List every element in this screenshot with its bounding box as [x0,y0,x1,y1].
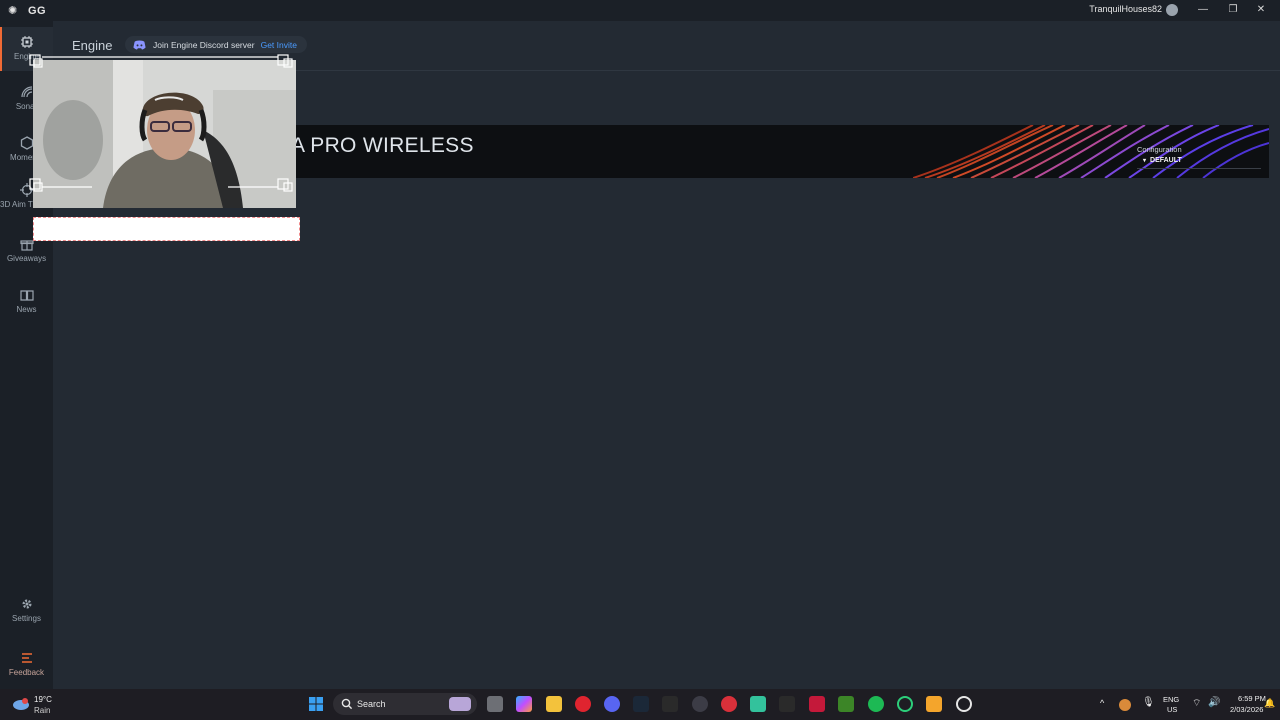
app-icon[interactable] [926,696,942,712]
minecraft-icon[interactable] [838,696,854,712]
app-icon[interactable] [779,696,795,712]
weather-condition: Rain [34,706,51,715]
close-button[interactable]: ✕ [1250,2,1272,18]
steelseries-gg-icon[interactable] [956,696,972,712]
spotify-icon[interactable] [868,696,884,712]
configuration-underline [1137,168,1261,169]
page-title: Engine [72,38,113,53]
avatar[interactable] [1166,4,1178,16]
wifi-icon[interactable]: ⌔ [1192,697,1201,710]
sidebar-item-label: News [16,305,37,314]
app-icon[interactable] [897,696,913,712]
search-highlight-icon [449,697,471,711]
steelseries-logo-icon: ✺ [8,4,18,17]
clock-time[interactable]: 6:59 PM [1238,694,1266,703]
epic-games-icon[interactable] [662,696,678,712]
banner-artwork [913,125,1269,178]
steam-icon[interactable] [633,696,649,712]
feedback-icon [21,653,32,663]
chip-icon [20,36,33,48]
search-label: Search [357,699,386,709]
restore-button[interactable]: ❐ [1222,2,1244,18]
app-window: ✺ GG TranquilHouses82 — ❐ ✕ Engine Sonar… [0,0,1280,720]
configuration-label: Configuration [1137,145,1182,154]
configuration-select[interactable]: ▾ DEFAULT [1143,157,1182,164]
microphone-icon[interactable]: 🎙 [1142,697,1155,708]
file-explorer-icon[interactable] [546,696,562,712]
windows-start-icon[interactable] [308,696,324,712]
title-bar: ✺ GG TranquilHouses82 — ❐ ✕ [0,0,1280,21]
taskbar: 19°C Rain Search ^ 🎙 ENG US ⌔ 🔊 6:59 PM … [0,689,1280,720]
discord-banner[interactable]: Join Engine Discord server Get Invite [125,36,307,53]
app-icon[interactable] [750,696,766,712]
riot-icon[interactable] [721,696,737,712]
weather-temp: 19°C [34,695,52,704]
sidebar-item-feedback[interactable]: Feedback [0,651,53,677]
sidebar-item-news[interactable]: News [0,288,53,314]
discord-icon [133,40,146,49]
taskbar-search[interactable]: Search [333,693,477,715]
sidebar-item-label: Feedback [8,668,45,677]
sidebar-item-label: Settings [12,614,41,623]
rain-cloud-icon [13,698,29,710]
lang-bottom[interactable]: US [1167,705,1177,714]
username[interactable]: TranquilHouses82 [1089,4,1162,14]
sidebar-item-settings[interactable]: Settings [0,597,53,623]
app-name: GG [28,4,47,17]
overlay-caption-bar [33,217,300,241]
notification-bell-icon[interactable]: 🔔 [1264,698,1275,709]
news-icon [19,290,34,301]
discord-taskbar-icon[interactable] [604,696,620,712]
task-view-icon[interactable] [487,696,503,712]
opera-icon[interactable] [575,696,591,712]
chevron-up-icon[interactable]: ^ [1100,698,1104,708]
get-invite-link[interactable]: Get Invite [261,40,297,50]
device-name: A PRO WIRELESS [291,134,474,157]
gear-icon [22,599,31,609]
discord-text: Join Engine Discord server [153,39,255,50]
chevron-down-icon: ▾ [1143,158,1147,164]
minimize-button[interactable]: — [1192,2,1214,18]
lang-top[interactable]: ENG [1163,695,1179,704]
tray-app-icon[interactable] [1119,699,1131,711]
configuration-value: DEFAULT [1150,157,1182,164]
adobe-icon[interactable] [809,696,825,712]
volume-icon[interactable]: 🔊 [1208,697,1220,708]
copilot-icon[interactable] [516,696,532,712]
search-icon [341,698,353,710]
app-icon[interactable] [692,696,708,712]
sidebar-item-label: Giveaways [6,254,47,263]
clock-date[interactable]: 2/03/2026 [1230,705,1263,714]
